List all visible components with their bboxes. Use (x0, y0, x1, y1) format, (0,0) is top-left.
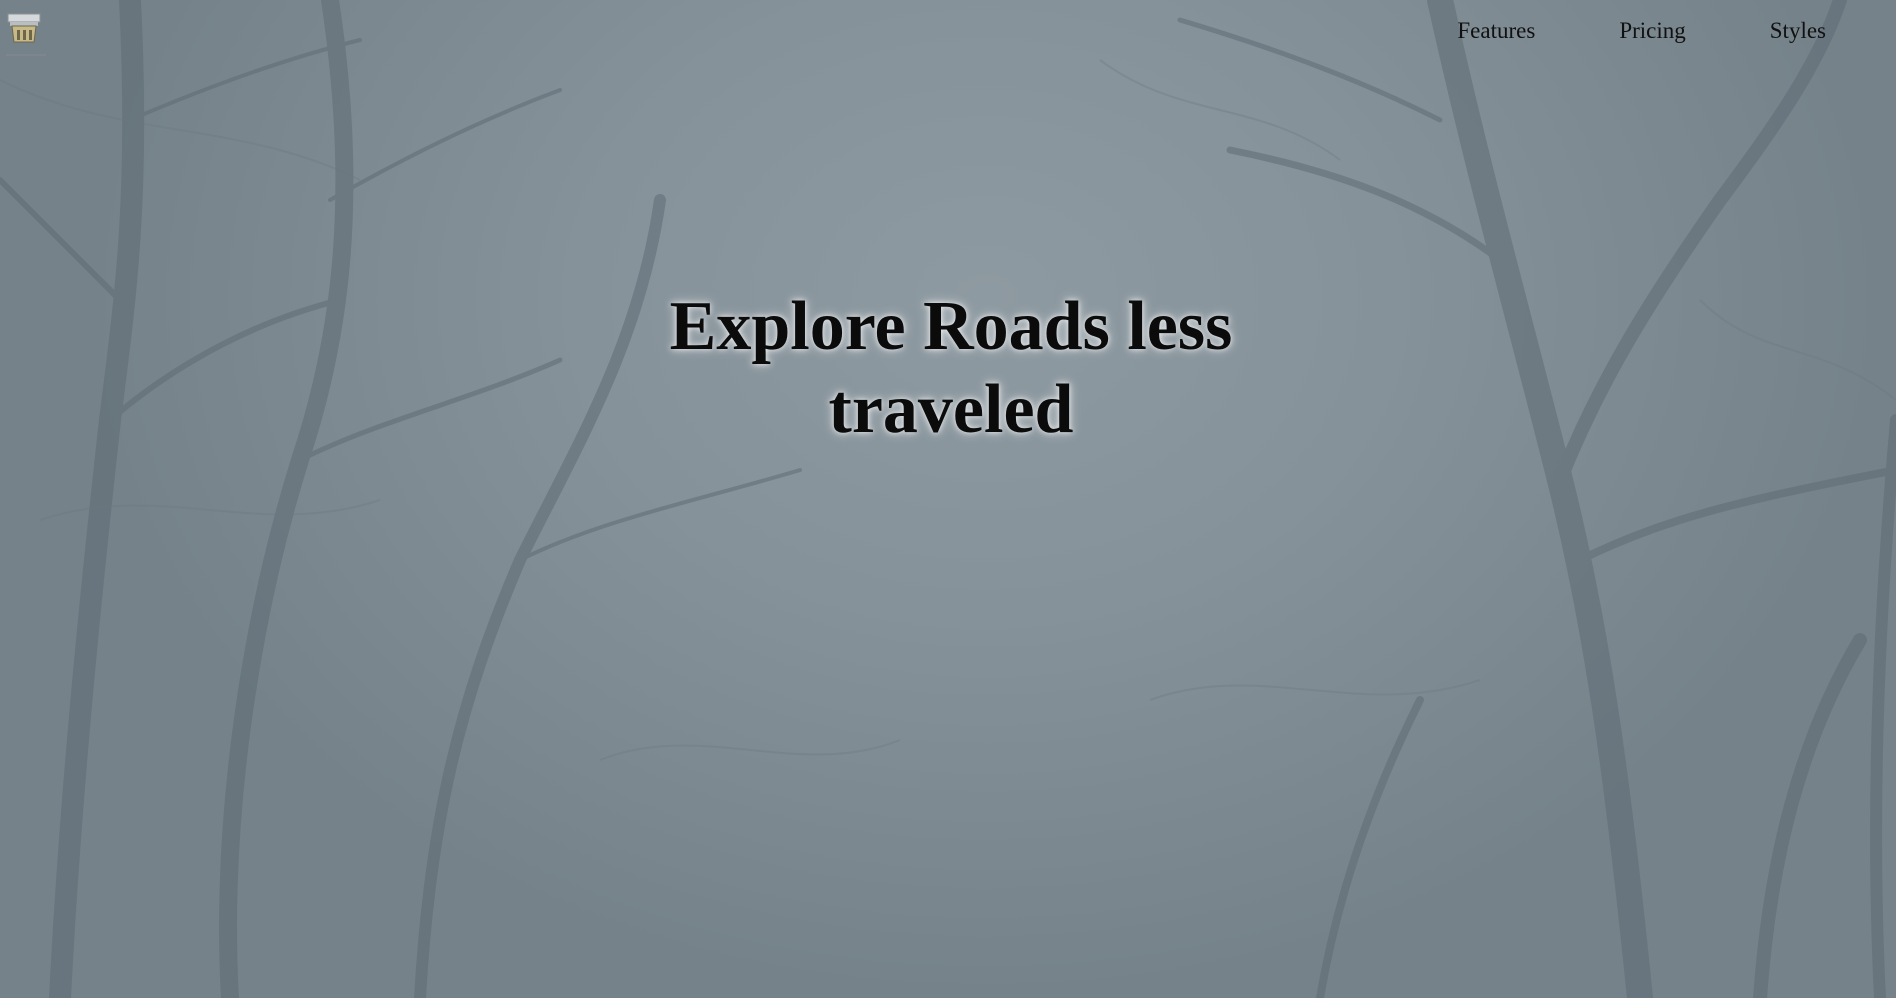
main-nav: Features Pricing Styles (1373, 0, 1826, 62)
nav-link-features[interactable]: Features (1457, 18, 1535, 44)
nav-link-styles[interactable]: Styles (1770, 18, 1826, 44)
logo[interactable] (4, 12, 48, 60)
bookstand-icon (6, 13, 46, 56)
foggy-trees-illustration (0, 0, 1896, 998)
nav-link-pricing[interactable]: Pricing (1619, 18, 1685, 44)
hero-background-image (0, 0, 1896, 998)
hero-headline: Explore Roads less traveled (669, 288, 1233, 448)
